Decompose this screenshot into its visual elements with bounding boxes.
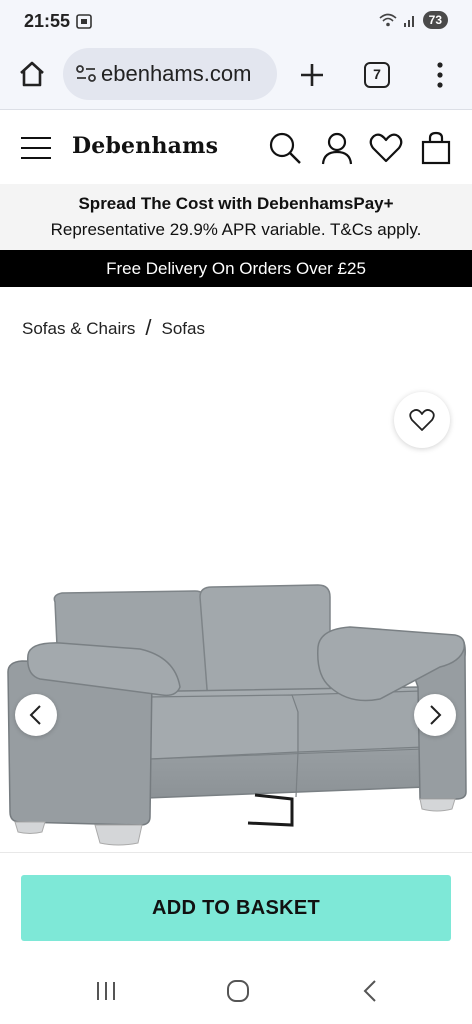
- site-logo[interactable]: Debenhams: [72, 133, 218, 159]
- browser-toolbar: ebenhams.com 7: [0, 42, 472, 110]
- wishlist-button[interactable]: [394, 392, 450, 448]
- breadcrumb-item-sofas-chairs[interactable]: Sofas & Chairs: [22, 319, 135, 338]
- battery-icon: 73: [422, 11, 448, 29]
- basket-bar: ADD TO BASKET: [0, 852, 472, 952]
- promo-title: Spread The Cost with DebenhamsPay+: [78, 194, 394, 213]
- site-settings-icon[interactable]: [75, 64, 97, 84]
- back-icon[interactable]: [360, 979, 380, 1003]
- more-vert-icon[interactable]: [430, 60, 450, 90]
- chevron-left-icon: [29, 705, 41, 725]
- bag-icon[interactable]: [419, 131, 453, 165]
- account-icon[interactable]: [320, 131, 354, 165]
- add-to-basket-button[interactable]: ADD TO BASKET: [21, 875, 451, 941]
- url-text: ebenhams.com: [101, 61, 252, 86]
- search-icon[interactable]: [268, 131, 302, 165]
- breadcrumb: Sofas & Chairs / Sofas: [22, 314, 205, 340]
- status-time: 21:55: [24, 11, 71, 31]
- promo-subtitle: Representative 29.9% APR variable. T&Cs …: [50, 220, 422, 239]
- recents-icon[interactable]: [94, 979, 118, 1003]
- status-icons: 73: [379, 11, 448, 29]
- promo-banner[interactable]: Spread The Cost with DebenhamsPay+ Repre…: [0, 184, 472, 250]
- home-circle-icon[interactable]: [226, 979, 250, 1003]
- breadcrumb-separator: /: [145, 315, 152, 340]
- wishlist-heart-icon: [409, 409, 435, 431]
- home-icon[interactable]: [18, 60, 46, 88]
- wishlist-icon[interactable]: [369, 131, 403, 165]
- carousel-prev-button[interactable]: [15, 694, 57, 736]
- signal-icon: [403, 16, 414, 27]
- carousel-next-button[interactable]: [414, 694, 456, 736]
- delivery-banner[interactable]: Free Delivery On Orders Over £25: [0, 250, 472, 287]
- chevron-right-icon: [430, 705, 442, 725]
- wifi-icon: [379, 13, 397, 27]
- site-header: Debenhams: [0, 111, 472, 184]
- status-bar: 21:55 73: [0, 0, 472, 42]
- address-bar[interactable]: ebenhams.com: [63, 48, 277, 100]
- breadcrumb-item-sofas[interactable]: Sofas: [162, 319, 205, 338]
- menu-icon[interactable]: [20, 135, 52, 161]
- tabs-icon[interactable]: 7: [364, 62, 390, 88]
- product-image-carousel[interactable]: [0, 352, 472, 852]
- new-tab-icon[interactable]: [298, 61, 326, 89]
- android-nav-bar: [0, 962, 472, 1024]
- product-image-sofa: [7, 584, 467, 846]
- screenshot-icon: [76, 14, 92, 29]
